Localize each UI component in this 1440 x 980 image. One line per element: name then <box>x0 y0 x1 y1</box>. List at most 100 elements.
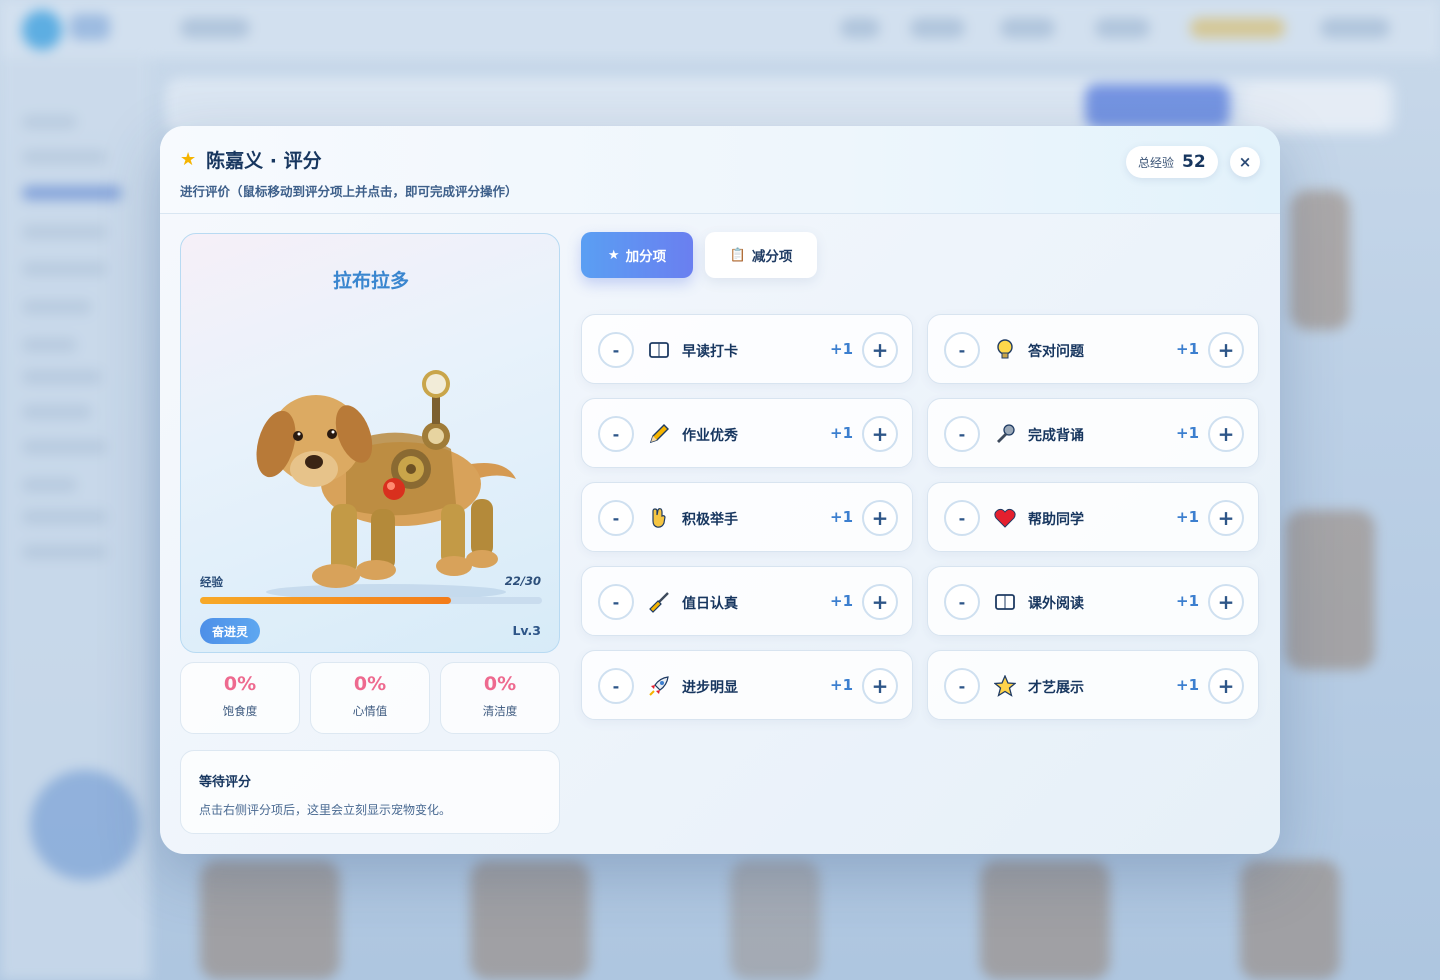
score-item-label: 才艺展示 <box>1028 680 1084 696</box>
score-item[interactable]: - 课外阅读 +1 + <box>927 566 1259 636</box>
background-pet-image <box>30 770 140 880</box>
total-exp-value: 52 <box>1182 152 1206 172</box>
background-pet-card <box>1240 860 1340 980</box>
background-logo-text <box>70 14 110 40</box>
minus-button[interactable]: - <box>944 416 980 452</box>
background-sidebar-item <box>22 510 107 524</box>
book-icon <box>993 590 1017 614</box>
score-item-value: +1 <box>1176 508 1200 526</box>
status-panel: 等待评分 点击右侧评分项后，这里会立刻显示宠物变化。 <box>180 750 560 834</box>
background-nav-pill <box>180 18 250 38</box>
background-primary-button <box>1085 84 1230 128</box>
plus-button[interactable]: + <box>862 500 898 536</box>
minus-button[interactable]: - <box>598 416 634 452</box>
plus-button[interactable]: + <box>1208 416 1244 452</box>
background-pet-card <box>730 860 820 980</box>
score-item-label: 完成背诵 <box>1028 428 1084 444</box>
score-item-value: +1 <box>1176 592 1200 610</box>
background-secondary-button <box>1245 84 1385 128</box>
modal-header: ★ 陈嘉义 · 评分 进行评价（鼠标移动到评分项上并点击，即可完成评分操作） 总… <box>160 126 1280 214</box>
background-sidebar-item <box>22 545 107 559</box>
plus-button[interactable]: + <box>1208 584 1244 620</box>
modal-title: 陈嘉义 · 评分 <box>206 150 322 172</box>
stat-cleanliness: 0% 清洁度 <box>440 662 560 734</box>
minus-button[interactable]: - <box>598 668 634 704</box>
background-sidebar-item <box>22 186 122 200</box>
score-item[interactable]: - 进步明显 +1 + <box>581 650 913 720</box>
score-item-label: 课外阅读 <box>1028 596 1084 612</box>
raised-hand-icon <box>647 506 671 530</box>
plus-button[interactable]: + <box>862 416 898 452</box>
score-item-value: +1 <box>830 508 854 526</box>
score-item[interactable]: - 早读打卡 +1 + <box>581 314 913 384</box>
score-item[interactable]: - 完成背诵 +1 + <box>927 398 1259 468</box>
total-exp-badge: 总经验 52 <box>1126 146 1218 178</box>
stat-label: 心情值 <box>352 704 388 718</box>
minus-button[interactable]: - <box>598 584 634 620</box>
pet-exp-progress <box>200 597 542 604</box>
tab-deduction-items[interactable]: 📋 减分项 <box>705 232 817 278</box>
minus-button[interactable]: - <box>944 584 980 620</box>
score-item[interactable]: - 帮助同学 +1 + <box>927 482 1259 552</box>
minus-button[interactable]: - <box>944 668 980 704</box>
stat-label: 清洁度 <box>482 704 518 718</box>
score-item-label: 作业优秀 <box>682 428 738 444</box>
plus-button[interactable]: + <box>862 668 898 704</box>
plus-button[interactable]: + <box>862 584 898 620</box>
plus-button[interactable]: + <box>1208 332 1244 368</box>
pet-card: 拉布拉多 经验 22/30 奋进灵 Lv.3 <box>180 233 560 653</box>
pencil-icon <box>647 422 671 446</box>
score-item-value: +1 <box>830 340 854 358</box>
clipboard-icon: 📋 <box>729 247 746 263</box>
status-title: 等待评分 <box>199 775 252 790</box>
pet-level: Lv.3 <box>512 623 541 638</box>
score-item-label: 值日认真 <box>682 596 738 612</box>
background-nav-pill <box>1095 18 1150 38</box>
score-item-value: +1 <box>1176 340 1200 358</box>
minus-button[interactable]: - <box>944 332 980 368</box>
score-item[interactable]: - 答对问题 +1 + <box>927 314 1259 384</box>
background-sidebar-item <box>22 370 102 384</box>
score-item-value: +1 <box>830 424 854 442</box>
pet-image <box>256 370 516 600</box>
pet-exp-progress-fill <box>200 597 451 604</box>
score-item-label: 进步明显 <box>682 680 738 696</box>
total-exp-label: 总经验 <box>1138 155 1175 170</box>
score-item-label: 答对问题 <box>1028 344 1084 360</box>
stat-satiety: 0% 饱食度 <box>180 662 300 734</box>
background-sidebar-item <box>22 300 92 314</box>
background-pet-card <box>1285 510 1375 670</box>
background-pet-card <box>200 860 340 980</box>
star-icon: ★ <box>180 149 197 170</box>
background-nav-pill <box>1190 18 1285 38</box>
score-item[interactable]: - 值日认真 +1 + <box>581 566 913 636</box>
tab-bonus-items[interactable]: ★ 加分项 <box>581 232 693 278</box>
background-sidebar-item <box>22 262 107 276</box>
plus-button[interactable]: + <box>1208 668 1244 704</box>
background-sidebar-item <box>22 405 92 419</box>
status-description: 点击右侧评分项后，这里会立刻显示宠物变化。 <box>199 803 452 817</box>
score-item[interactable]: - 积极举手 +1 + <box>581 482 913 552</box>
plus-button[interactable]: + <box>1208 500 1244 536</box>
close-icon: × <box>1238 153 1252 171</box>
background-nav-pill <box>1320 18 1390 38</box>
minus-button[interactable]: - <box>944 500 980 536</box>
stat-label: 饱食度 <box>222 704 258 718</box>
scoring-modal: ★ 陈嘉义 · 评分 进行评价（鼠标移动到评分项上并点击，即可完成评分操作） 总… <box>160 126 1280 854</box>
background-sidebar-item <box>22 338 77 352</box>
minus-button[interactable]: - <box>598 500 634 536</box>
pet-name: 拉布拉多 <box>332 270 409 292</box>
background-logo <box>22 10 62 50</box>
score-item[interactable]: - 作业优秀 +1 + <box>581 398 913 468</box>
close-button[interactable]: × <box>1230 147 1260 177</box>
broom-icon <box>647 590 671 614</box>
microphone-icon <box>993 422 1017 446</box>
plus-button[interactable]: + <box>862 332 898 368</box>
rocket-icon <box>647 674 671 698</box>
stat-value: 0% <box>223 673 257 695</box>
background-sidebar-item <box>22 115 77 129</box>
heart-icon <box>993 506 1017 530</box>
stat-value: 0% <box>353 673 387 695</box>
score-item[interactable]: - 才艺展示 +1 + <box>927 650 1259 720</box>
minus-button[interactable]: - <box>598 332 634 368</box>
